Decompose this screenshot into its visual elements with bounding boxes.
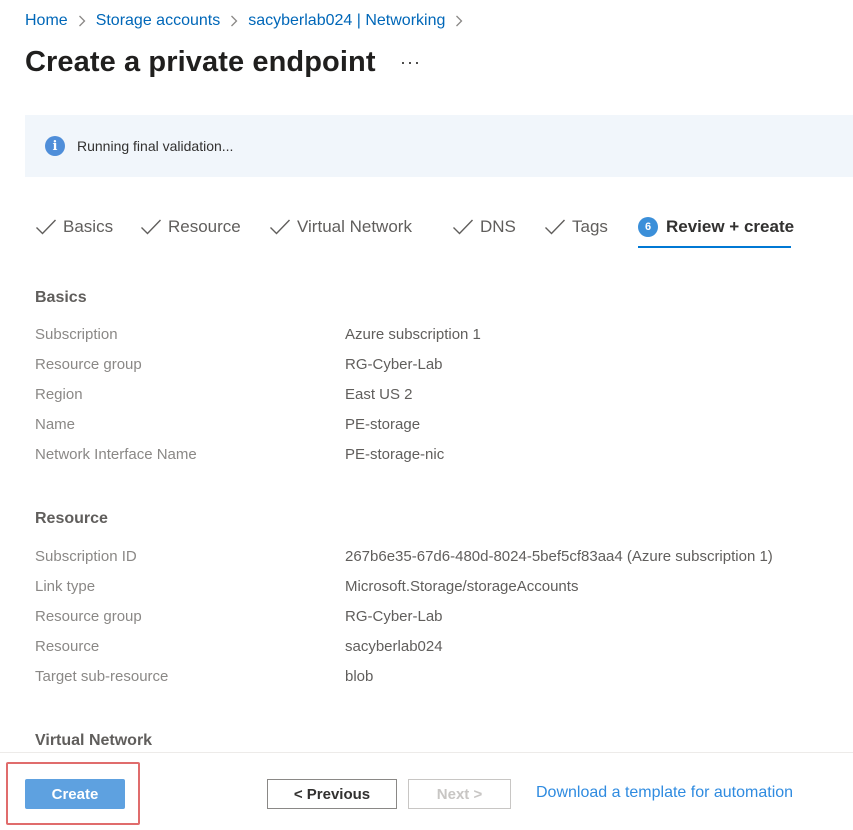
- tab-label: Review + create: [666, 217, 795, 236]
- tab-label: Tags: [572, 217, 608, 236]
- tab-review-create[interactable]: 6 Review + create: [638, 212, 794, 242]
- summary-row: Resource group RG-Cyber-Lab: [35, 356, 835, 376]
- create-button[interactable]: Create: [25, 779, 125, 809]
- next-button: Next >: [408, 779, 511, 809]
- row-label: Region: [35, 386, 83, 403]
- more-options-button[interactable]: ···: [400, 53, 421, 71]
- summary-row: Resource group RG-Cyber-Lab: [35, 608, 835, 628]
- section-title-virtual-network: Virtual Network: [35, 732, 153, 749]
- chevron-right-icon: [78, 15, 86, 27]
- row-value: blob: [345, 668, 374, 685]
- row-value: RG-Cyber-Lab: [345, 608, 443, 625]
- tab-dns[interactable]: DNS: [452, 212, 516, 242]
- row-value: PE-storage: [345, 416, 421, 433]
- row-label: Resource group: [35, 356, 142, 373]
- summary-row: Target sub-resource blob: [35, 668, 835, 688]
- tab-label: DNS: [480, 217, 516, 236]
- row-label: Subscription ID: [35, 548, 137, 565]
- banner-text: Running final validation...: [77, 138, 234, 154]
- row-value: sacyberlab024: [345, 638, 443, 655]
- download-template-link[interactable]: Download a template for automation: [536, 784, 793, 802]
- tab-virtual-network[interactable]: Virtual Network: [269, 212, 412, 242]
- summary-row: Subscription Azure subscription 1: [35, 326, 835, 346]
- step-number-badge: 6: [638, 217, 658, 237]
- tab-label: Resource: [168, 217, 241, 236]
- tab-label: Basics: [63, 217, 114, 236]
- row-value: East US 2: [345, 386, 413, 403]
- tab-resource[interactable]: Resource: [140, 212, 241, 242]
- row-label: Link type: [35, 578, 96, 595]
- checkmark-icon: [35, 218, 57, 236]
- tab-basics[interactable]: Basics: [35, 212, 113, 242]
- row-label: Network Interface Name: [35, 446, 197, 463]
- summary-row: Name PE-storage: [35, 416, 835, 436]
- row-value: 267b6e35-67d6-480d-8024-5bef5cf83aa4 (Az…: [345, 548, 773, 565]
- row-label: Resource group: [35, 608, 142, 625]
- row-label: Subscription: [35, 326, 118, 343]
- tab-tags[interactable]: Tags: [544, 212, 608, 242]
- section-title-resource: Resource: [35, 510, 108, 527]
- breadcrumb-storage-accounts[interactable]: Storage accounts: [96, 12, 221, 30]
- breadcrumb: Home Storage accounts sacyberlab024 | Ne…: [25, 12, 473, 30]
- summary-row: Link type Microsoft.Storage/storageAccou…: [35, 578, 835, 598]
- chevron-right-icon: [230, 15, 238, 27]
- breadcrumb-networking[interactable]: sacyberlab024 | Networking: [248, 12, 445, 30]
- row-label: Resource: [35, 638, 100, 655]
- validation-banner: i Running final validation...: [25, 115, 853, 177]
- active-tab-indicator: [638, 246, 791, 248]
- row-value: RG-Cyber-Lab: [345, 356, 443, 373]
- row-value: PE-storage-nic: [345, 446, 445, 463]
- row-label: Name: [35, 416, 76, 433]
- page-title: Create a private endpoint: [25, 46, 376, 78]
- chevron-right-icon: [455, 15, 463, 27]
- row-value: Azure subscription 1: [345, 326, 481, 343]
- breadcrumb-home[interactable]: Home: [25, 12, 68, 30]
- summary-row: Subscription ID 267b6e35-67d6-480d-8024-…: [35, 548, 835, 568]
- summary-row: Resource sacyberlab024: [35, 638, 835, 658]
- tab-label: Virtual Network: [297, 217, 412, 236]
- summary-row: Network Interface Name PE-storage-nic: [35, 446, 835, 466]
- section-title-basics: Basics: [35, 289, 87, 306]
- row-value: Microsoft.Storage/storageAccounts: [345, 578, 579, 595]
- previous-button[interactable]: < Previous: [267, 779, 397, 809]
- footer-action-bar: Create < Previous Next > Download a temp…: [0, 752, 853, 830]
- row-label: Target sub-resource: [35, 668, 169, 685]
- checkmark-icon: [269, 218, 291, 236]
- checkmark-icon: [140, 218, 162, 236]
- summary-row: Region East US 2: [35, 386, 835, 406]
- checkmark-icon: [544, 218, 566, 236]
- checkmark-icon: [452, 218, 474, 236]
- info-icon: i: [45, 136, 65, 156]
